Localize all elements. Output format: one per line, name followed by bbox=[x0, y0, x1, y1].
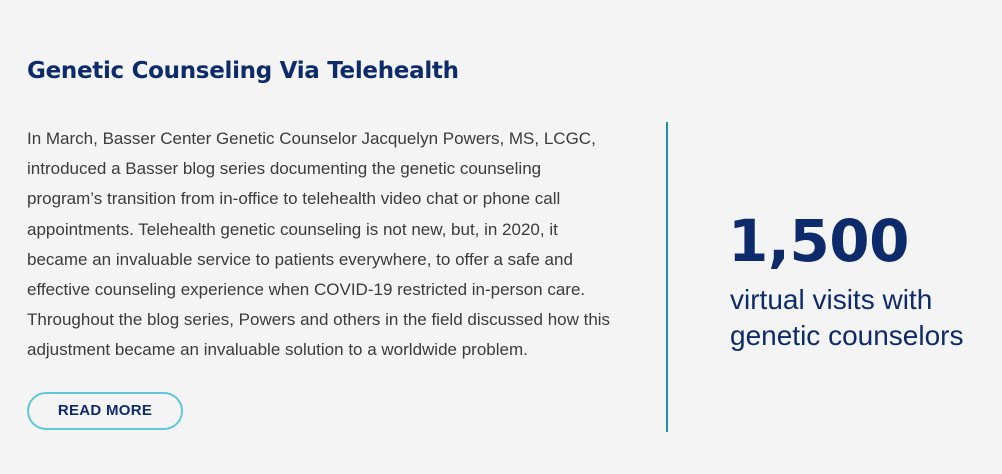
article-body-line: effective counseling experience when COV… bbox=[27, 280, 586, 300]
article-body-line: became an invaluable service to patients… bbox=[27, 249, 573, 269]
stat-caption-line: virtual visits with bbox=[730, 284, 933, 315]
telehealth-section: Genetic Counseling Via Telehealth In Mar… bbox=[0, 0, 1002, 474]
article-body-line: appointments. Telehealth genetic counsel… bbox=[27, 219, 558, 239]
article-body-line: adjustment became an invaluable solution… bbox=[27, 340, 528, 360]
section-title: Genetic Counseling Via Telehealth bbox=[27, 58, 459, 84]
vertical-divider bbox=[666, 122, 668, 432]
read-more-button[interactable]: READ MORE bbox=[27, 392, 183, 430]
stat-caption: virtual visits with genetic counselors bbox=[730, 282, 963, 354]
article-body-line: In March, Basser Center Genetic Counselo… bbox=[27, 129, 596, 148]
article-body-line: introduced a Basser blog series document… bbox=[27, 159, 542, 179]
article-body-line: program’s transition from in-office to t… bbox=[27, 189, 561, 209]
stat-number: 1,500 bbox=[728, 207, 909, 275]
article-body-line: Throughout the blog series, Powers and o… bbox=[27, 310, 611, 330]
article-body: In March, Basser Center Genetic Counselo… bbox=[27, 124, 627, 366]
stat-caption-line: genetic counselors bbox=[730, 320, 964, 351]
